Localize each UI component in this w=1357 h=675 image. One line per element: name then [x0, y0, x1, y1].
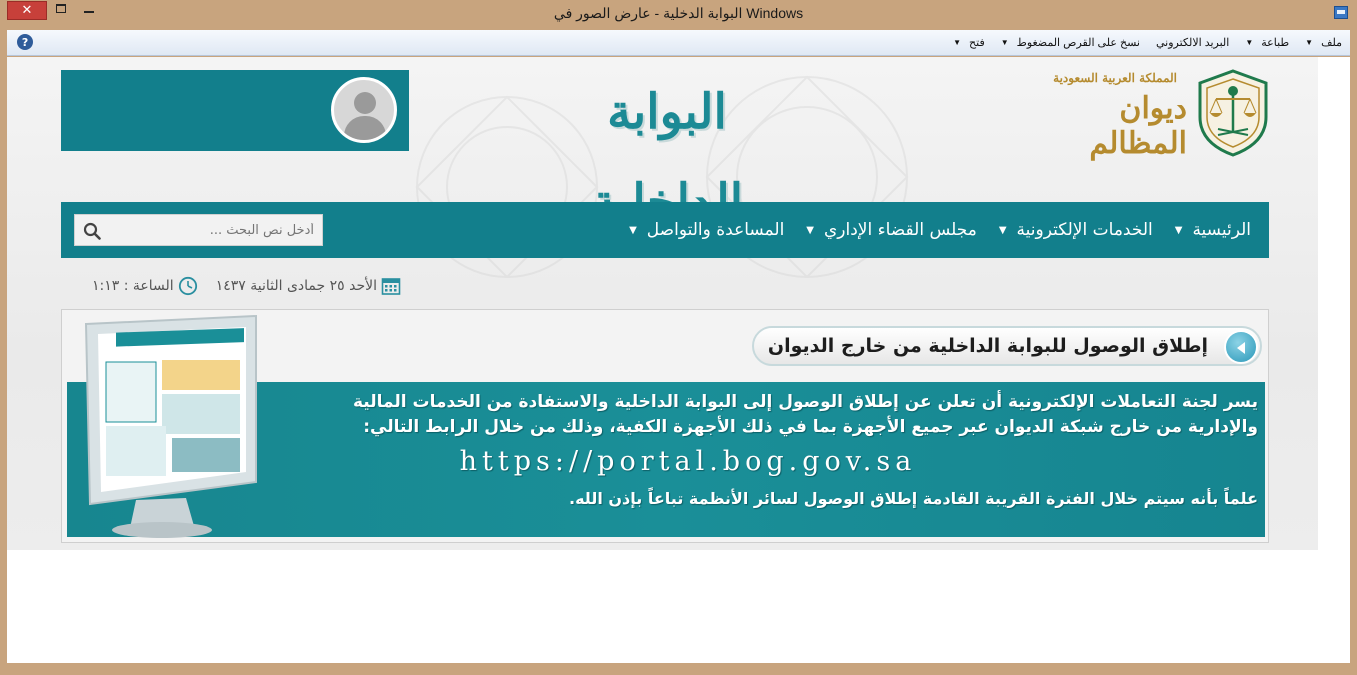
- diwan-logo: المملكة العربية السعودية ديوان المظالم: [1037, 69, 1187, 161]
- search-icon[interactable]: [83, 222, 101, 240]
- window-title: البوابة الدخلية - عارض الصور في Windows: [553, 5, 804, 21]
- banner-line-3: علماً بأنه سيتم خلال الفترة القريبة القا…: [569, 489, 1258, 508]
- user-silhouette-body: [344, 116, 386, 140]
- menu-bar: ملف ▼ طباعة ▼ البريد الالكتروني نسخ على ال…: [7, 30, 1350, 56]
- banner-line-2: والإدارية من خارج شبكة الديوان عبر جميع …: [363, 417, 1258, 437]
- portal-url[interactable]: https://portal.bog.gov.sa: [318, 446, 1258, 477]
- menu-email[interactable]: البريد الالكتروني: [1156, 36, 1229, 49]
- date-time-bar: الأحد ٢٥ جمادى الثانية ١٤٣٧ الساعة : ١:١…: [61, 274, 401, 298]
- user-panel: [61, 70, 409, 151]
- caret-down-icon: ▼: [998, 224, 1007, 236]
- diwan-country-text: المملكة العربية السعودية: [1053, 71, 1177, 85]
- announcement-banner[interactable]: إطلاق الوصول للبوابة الداخلية من خارج ال…: [61, 309, 1269, 543]
- diwan-name-text: ديوان المظالم: [1089, 91, 1187, 161]
- chevron-down-icon: ▼: [953, 38, 962, 47]
- caret-down-icon: ▼: [1174, 224, 1183, 236]
- avatar[interactable]: [331, 77, 397, 143]
- caret-down-icon: ▼: [806, 224, 814, 236]
- chevron-down-icon: ▼: [1000, 38, 1009, 47]
- main-nav: الرئيسية ▼ الخدمات الإلكترونية ▼ مجلس القض…: [61, 202, 1269, 258]
- portal-screenshot: البوابة الداخلية المملكة العربية السعودي…: [7, 57, 1318, 550]
- monitor-illustration: [84, 314, 257, 538]
- nav-home[interactable]: الرئيسية ▼: [1175, 220, 1251, 240]
- search-box: [74, 214, 323, 246]
- banner-line-1: يسر لجنة التعاملات الإلكترونية أن تعلن ع…: [353, 392, 1258, 412]
- search-input[interactable]: [75, 215, 322, 245]
- current-time: الساعة : ١:١٣: [92, 278, 174, 294]
- banner-heading: إطلاق الوصول للبوابة الداخلية من خارج ال…: [767, 335, 1208, 357]
- menu-open[interactable]: فتح ▼: [953, 36, 985, 49]
- user-silhouette-icon: [354, 92, 376, 114]
- image-viewport: البوابة الداخلية المملكة العربية السعودي…: [7, 57, 1350, 663]
- banner-text: يسر لجنة التعاملات الإلكترونية أن تعلن ع…: [318, 390, 1258, 511]
- nav-eservices[interactable]: الخدمات الإلكترونية ▼: [999, 220, 1153, 240]
- portal-logo: البوابة الداخلية: [591, 84, 743, 230]
- time-group: الساعة : ١:١٣: [92, 276, 198, 296]
- chevron-down-icon: ▼: [1245, 38, 1254, 47]
- justice-emblem-icon: [1198, 69, 1268, 157]
- current-date: الأحد ٢٥ جمادى الثانية ١٤٣٧: [215, 278, 377, 294]
- help-icon[interactable]: ?: [17, 34, 33, 50]
- menu-burn[interactable]: نسخ على القرص المضغوط ▼: [1001, 36, 1140, 49]
- banner-heading-pill: إطلاق الوصول للبوابة الداخلية من خارج ال…: [752, 326, 1262, 366]
- menu-print[interactable]: طباعة ▼: [1245, 36, 1289, 49]
- window-titlebar: ✕ البوابة الدخلية - عارض الصور في Window…: [0, 0, 1357, 30]
- menu-file[interactable]: ملف ▼: [1305, 36, 1342, 49]
- arrow-left-icon: [1224, 330, 1258, 364]
- calendar-icon: [381, 278, 401, 295]
- chevron-down-icon: ▼: [1305, 38, 1314, 47]
- nav-admin-judiciary[interactable]: مجلس القضاء الإداري ▼: [806, 220, 977, 240]
- caret-down-icon: ▼: [629, 224, 637, 236]
- nav-help-contact[interactable]: المساعدة والتواصل ▼: [629, 220, 784, 240]
- photo-viewer-icon: [1334, 6, 1348, 19]
- clock-icon: [178, 276, 197, 296]
